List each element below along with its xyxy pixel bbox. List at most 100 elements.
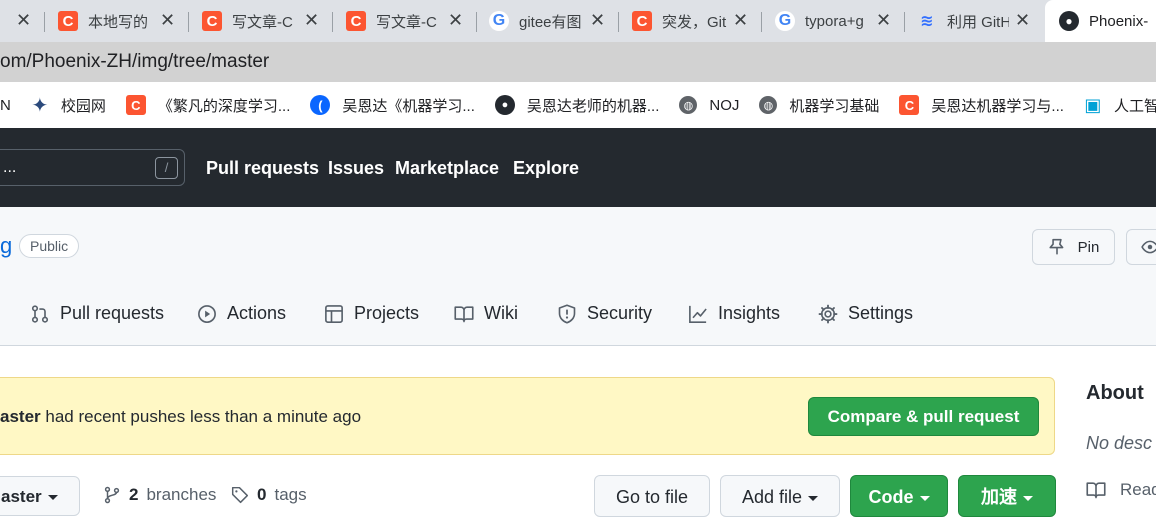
bookmark-item[interactable]: C 《繁凡的深度学习...	[125, 95, 290, 116]
compare-pull-request-button[interactable]: Compare & pull request	[808, 397, 1039, 436]
bookmark-item[interactable]: C 吴恩达机器学习与...	[899, 95, 1064, 116]
nav-issues[interactable]: Issues	[328, 158, 384, 179]
globe-icon: ◍	[679, 96, 698, 114]
tab-title: 本地写的	[88, 13, 149, 31]
bookmark-label: 吴恩达老师的机器...	[526, 97, 660, 115]
browser-tab[interactable]: C 写文章-C ✕	[346, 0, 476, 42]
bookmark-item[interactable]: ✦ 校园网	[31, 94, 106, 117]
csdn-icon: C	[58, 11, 78, 31]
tab-title: gitee有图	[519, 13, 582, 31]
tab-close-icon[interactable]: ✕	[304, 10, 319, 31]
pin-icon	[1049, 238, 1064, 255]
pushed-branch-name[interactable]: aster	[0, 407, 41, 426]
csdn-icon: C	[632, 11, 652, 31]
browser-tab[interactable]: C 写文章-C ✕	[202, 0, 332, 42]
search-placeholder: ...	[3, 159, 17, 176]
chevron-down-icon	[1023, 495, 1033, 501]
tab-close-icon[interactable]: ✕	[160, 10, 175, 31]
pin-button[interactable]: Pin	[1032, 229, 1115, 265]
nav-explore[interactable]: Explore	[513, 158, 579, 179]
pin-label: Pin	[1077, 238, 1100, 256]
pull-request-icon	[31, 304, 49, 323]
browser-tab-active[interactable]: ● Phoenix-	[1045, 0, 1156, 42]
chevron-down-icon	[808, 495, 819, 501]
csdn-icon: C	[125, 95, 146, 115]
branch-select-button[interactable]: aster	[0, 476, 80, 516]
tab-label: Wiki	[484, 303, 518, 323]
recent-push-message: aster had recent pushes less than a minu…	[0, 407, 361, 427]
globe-icon: ◍	[759, 96, 778, 114]
tab-close-icon[interactable]: ✕	[448, 10, 463, 31]
bilibili-icon: ▣	[1084, 94, 1102, 115]
google-icon: G	[489, 11, 509, 31]
tag-icon	[231, 486, 249, 504]
tab-label: Security	[587, 303, 653, 323]
bookmark-label: 校园网	[60, 97, 106, 115]
gear-icon	[818, 304, 838, 323]
tab-wiki[interactable]: Wiki	[454, 303, 518, 324]
tags-label: tags	[274, 485, 307, 504]
tab-close-icon[interactable]: ✕	[1015, 10, 1030, 31]
github-icon: ●	[494, 95, 515, 115]
browser-tab[interactable]: C 突发，Git ✕	[632, 0, 762, 42]
tags-link[interactable]: 0 tags	[231, 485, 307, 505]
browser-tab[interactable]: ≋ 利用 GitH ✕	[917, 0, 1044, 42]
bookmark-item[interactable]: ( 吴恩达《机器学习...	[310, 95, 475, 116]
tab-title: Phoenix-	[1089, 12, 1149, 30]
tab-title: typora+g	[805, 12, 864, 30]
bookmark-item[interactable]: ● 吴恩达老师的机器...	[494, 95, 660, 116]
github-header: ... / Pull requests Issues Marketplace E…	[0, 128, 1156, 207]
tab-pull-requests[interactable]: Pull requests	[30, 303, 164, 324]
bookmark-label: 吴恩达机器学习与...	[931, 97, 1064, 115]
bookmark-label: 吴恩达《机器学习...	[342, 97, 475, 115]
bookmark-item[interactable]: ▣ 人工智	[1084, 95, 1156, 116]
tab-close-icon[interactable]: ✕	[16, 10, 31, 31]
visibility-badge: Public	[19, 234, 80, 258]
branches-link[interactable]: 2 branches	[103, 485, 216, 505]
tags-count: 0	[257, 485, 267, 504]
tab-actions[interactable]: Actions	[197, 303, 286, 324]
bookmark-label: 人工智	[1113, 97, 1156, 115]
shield-icon	[558, 303, 576, 324]
nav-pull-requests[interactable]: Pull requests	[206, 158, 319, 179]
push-message-text: had recent pushes less than a minute ago	[40, 407, 362, 426]
branches-count: 2	[129, 485, 139, 504]
browser-tab-partial[interactable]: ✕	[0, 0, 45, 42]
bookmark-item[interactable]: ◍ 机器学习基础	[759, 95, 879, 116]
go-to-file-button[interactable]: Go to file	[594, 475, 710, 517]
add-file-button[interactable]: Add file	[720, 475, 840, 517]
tab-insights[interactable]: Insights	[688, 303, 780, 324]
tab-security[interactable]: Security	[557, 303, 652, 324]
tab-projects[interactable]: Projects	[324, 303, 419, 324]
tab-settings[interactable]: Settings	[818, 303, 913, 324]
code-label: Code	[868, 487, 914, 507]
eye-icon	[1141, 240, 1156, 254]
play-icon	[198, 304, 216, 323]
nav-marketplace[interactable]: Marketplace	[395, 158, 499, 179]
branches-label: branches	[146, 485, 217, 504]
speed-button[interactable]: 加速	[958, 475, 1056, 517]
browser-tab[interactable]: G typora+g ✕	[775, 0, 905, 42]
tab-label: Settings	[848, 303, 914, 323]
address-url: om/Phoenix-ZH/img/tree/master	[0, 51, 270, 72]
tab-close-icon[interactable]: ✕	[733, 10, 748, 31]
about-heading: About	[1086, 382, 1144, 404]
browser-tab[interactable]: G gitee有图 ✕	[489, 0, 619, 42]
watch-button[interactable]	[1126, 229, 1156, 265]
campus-icon: ✦	[31, 94, 49, 117]
tab-close-icon[interactable]: ✕	[590, 10, 605, 31]
repo-name[interactable]: g	[0, 233, 12, 259]
bookmark-item[interactable]: N	[0, 97, 11, 114]
readme-link[interactable]: Read	[1086, 480, 1156, 500]
book-icon	[1086, 482, 1106, 499]
tab-close-icon[interactable]: ✕	[876, 10, 891, 31]
bookmark-label: 机器学习基础	[789, 97, 880, 115]
address-bar[interactable]: om/Phoenix-ZH/img/tree/master	[0, 42, 1156, 82]
repo-header: g Public Pin Pull requests Actions Proje…	[0, 207, 1156, 346]
book-icon	[454, 305, 474, 322]
code-button[interactable]: Code	[850, 475, 948, 517]
chevron-down-icon	[919, 495, 930, 501]
browser-tab[interactable]: C 本地写的 ✕	[58, 0, 188, 42]
bookmark-item[interactable]: ◍ NOJ	[679, 96, 739, 114]
about-description: No desc	[1086, 433, 1153, 453]
